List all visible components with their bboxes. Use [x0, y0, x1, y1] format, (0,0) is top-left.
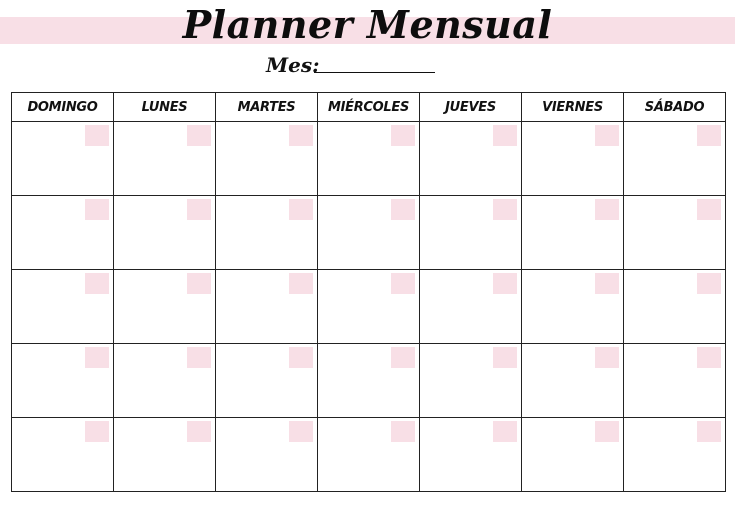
- day-cell[interactable]: [11, 195, 114, 270]
- day-number-box: [595, 125, 619, 146]
- day-number-box: [391, 125, 415, 146]
- day-cell[interactable]: [623, 343, 726, 418]
- day-number-box: [187, 421, 211, 442]
- day-number-box: [697, 199, 721, 220]
- day-number-box: [391, 421, 415, 442]
- day-cell[interactable]: [215, 269, 318, 344]
- day-number-box: [289, 421, 313, 442]
- day-number-box: [289, 347, 313, 368]
- day-cell[interactable]: [113, 269, 216, 344]
- day-cell[interactable]: [317, 343, 420, 418]
- day-cell[interactable]: [623, 121, 726, 196]
- month-input-line[interactable]: [314, 72, 435, 73]
- calendar-week-row: [11, 195, 726, 270]
- day-number-box: [85, 347, 109, 368]
- day-number-box: [391, 199, 415, 220]
- day-number-box: [493, 421, 517, 442]
- day-number-box: [85, 273, 109, 294]
- day-cell[interactable]: [419, 417, 522, 492]
- day-number-box: [187, 273, 211, 294]
- day-cell[interactable]: [11, 269, 114, 344]
- day-number-box: [595, 421, 619, 442]
- day-number-box: [595, 273, 619, 294]
- day-cell[interactable]: [419, 195, 522, 270]
- day-number-box: [391, 347, 415, 368]
- calendar-week-row: [11, 343, 726, 418]
- day-number-box: [187, 347, 211, 368]
- day-number-box: [289, 273, 313, 294]
- weekday-header: DOMINGO: [11, 92, 114, 122]
- day-cell[interactable]: [521, 417, 624, 492]
- day-number-box: [187, 199, 211, 220]
- day-cell[interactable]: [113, 121, 216, 196]
- calendar-weeks: [11, 121, 726, 492]
- weekday-header: VIERNES: [521, 92, 624, 122]
- calendar-week-row: [11, 417, 726, 492]
- day-cell[interactable]: [419, 269, 522, 344]
- day-cell[interactable]: [317, 195, 420, 270]
- weekday-header: SÁBADO: [623, 92, 726, 122]
- weekday-header-row: DOMINGO LUNES MARTES MIÉRCOLES JUEVES VI…: [11, 92, 726, 122]
- day-cell[interactable]: [521, 121, 624, 196]
- page-title: Planner Mensual: [182, 2, 553, 47]
- day-cell[interactable]: [623, 417, 726, 492]
- day-number-box: [391, 273, 415, 294]
- day-cell[interactable]: [215, 343, 318, 418]
- day-number-box: [697, 273, 721, 294]
- day-number-box: [493, 125, 517, 146]
- day-cell[interactable]: [623, 195, 726, 270]
- day-number-box: [493, 273, 517, 294]
- day-number-box: [493, 199, 517, 220]
- day-cell[interactable]: [521, 343, 624, 418]
- day-cell[interactable]: [317, 417, 420, 492]
- weekday-header: LUNES: [113, 92, 216, 122]
- day-cell[interactable]: [419, 121, 522, 196]
- day-cell[interactable]: [113, 195, 216, 270]
- day-cell[interactable]: [11, 121, 114, 196]
- day-number-box: [187, 125, 211, 146]
- day-number-box: [697, 125, 721, 146]
- day-cell[interactable]: [623, 269, 726, 344]
- month-label: Mes:: [266, 53, 320, 77]
- day-number-box: [595, 199, 619, 220]
- weekday-header: MARTES: [215, 92, 318, 122]
- day-number-box: [85, 421, 109, 442]
- day-number-box: [289, 125, 313, 146]
- day-number-box: [595, 347, 619, 368]
- day-cell[interactable]: [215, 121, 318, 196]
- day-number-box: [697, 347, 721, 368]
- day-cell[interactable]: [11, 343, 114, 418]
- day-cell[interactable]: [317, 121, 420, 196]
- calendar-grid: DOMINGO LUNES MARTES MIÉRCOLES JUEVES VI…: [11, 92, 726, 492]
- weekday-header: MIÉRCOLES: [317, 92, 420, 122]
- calendar-week-row: [11, 269, 726, 344]
- day-number-box: [85, 125, 109, 146]
- day-number-box: [493, 347, 517, 368]
- calendar-week-row: [11, 121, 726, 196]
- day-cell[interactable]: [215, 417, 318, 492]
- day-number-box: [697, 421, 721, 442]
- day-number-box: [289, 199, 313, 220]
- day-cell[interactable]: [521, 269, 624, 344]
- day-cell[interactable]: [11, 417, 114, 492]
- day-cell[interactable]: [317, 269, 420, 344]
- day-cell[interactable]: [419, 343, 522, 418]
- day-cell[interactable]: [215, 195, 318, 270]
- day-number-box: [85, 199, 109, 220]
- weekday-header: JUEVES: [419, 92, 522, 122]
- day-cell[interactable]: [521, 195, 624, 270]
- day-cell[interactable]: [113, 343, 216, 418]
- day-cell[interactable]: [113, 417, 216, 492]
